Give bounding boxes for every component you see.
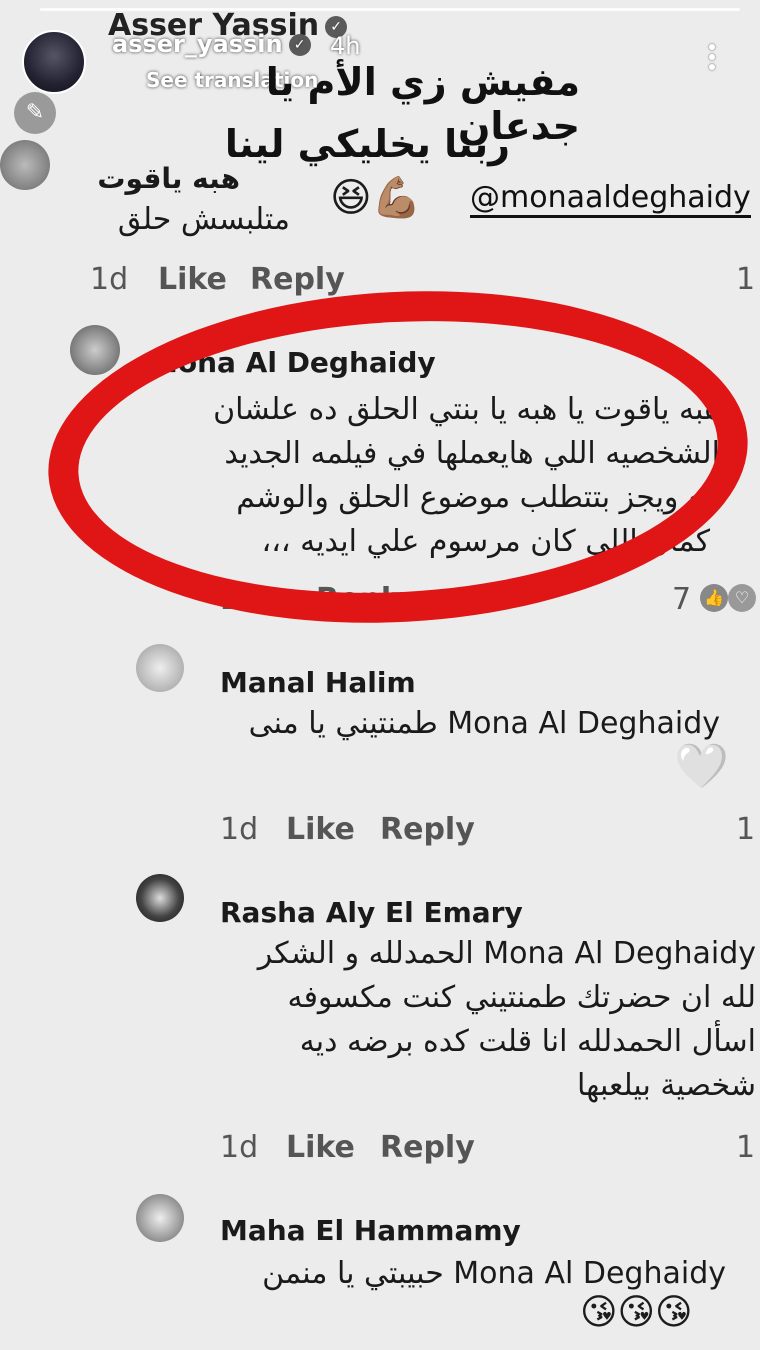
reaction-count: 1 <box>736 262 756 297</box>
story-emojis: 😆💪🏽 <box>330 175 422 221</box>
comment-text: متلبسش حلق <box>117 202 290 237</box>
avatar[interactable] <box>136 644 184 692</box>
comment-text: Mona Al Deghaidy حبيبتي يا منمن <box>262 1256 726 1291</box>
comment-text-line: شخصية بيلعبها <box>576 1068 756 1103</box>
story-handle-text: asser_yassin <box>112 30 283 58</box>
avatar[interactable] <box>136 1194 184 1242</box>
story-time: 4h <box>330 32 361 60</box>
reply-button[interactable]: Reply <box>250 262 345 297</box>
kiss-emoji-icons: 😘😘😘 <box>580 1292 693 1333</box>
comment-time: 1d <box>220 812 259 847</box>
like-button[interactable]: Like <box>158 262 227 297</box>
heart-emoji-icon: 🤍 <box>674 741 729 792</box>
heart-reaction-icon: ♡ <box>728 584 756 612</box>
more-options-icon[interactable] <box>700 40 724 84</box>
comment-text-line: Mona Al Deghaidy الحمدلله و الشكر <box>257 936 756 971</box>
comment-time: 1d <box>220 1130 259 1165</box>
comment-time: 1d <box>90 262 129 297</box>
pen-icon[interactable]: ✎ <box>14 92 56 134</box>
reaction-count: 1 <box>736 1130 756 1165</box>
reaction-count: 1 <box>736 812 756 847</box>
verified-badge-icon: ✓ <box>288 34 311 56</box>
comment-text: Mona Al Deghaidy طمنتيني يا منى <box>248 706 720 741</box>
reply-button[interactable]: Reply <box>380 812 475 847</box>
comment-author[interactable]: Manal Halim <box>220 666 416 699</box>
avatar[interactable] <box>70 325 120 375</box>
story-avatar[interactable] <box>22 30 86 94</box>
avatar[interactable] <box>136 874 184 922</box>
like-button[interactable]: Like <box>286 812 355 847</box>
reply-button[interactable]: Reply <box>380 1130 475 1165</box>
comment-author[interactable]: هبه ياقوت <box>90 162 240 195</box>
like-button[interactable]: Like <box>286 1130 355 1165</box>
story-mention-link[interactable]: @monaaldeghaidy <box>470 180 751 218</box>
reaction-count: 7 <box>672 582 692 617</box>
story-handle[interactable]: asser_yassin ✓ <box>112 30 311 58</box>
comment-text-line: لله ان حضرتك طمنتيني كنت مكسوفه <box>287 980 756 1015</box>
red-highlight-circle <box>39 273 757 641</box>
reactions[interactable]: 👍 ♡ <box>700 584 756 612</box>
comment-author[interactable]: Maha El Hammamy <box>220 1214 521 1247</box>
avatar[interactable] <box>0 140 50 190</box>
like-reaction-icon: 👍 <box>700 584 728 612</box>
comment-text-line: اسأل الحمدلله انا قلت كده برضه ديه <box>299 1024 756 1059</box>
comment-author[interactable]: Rasha Aly El Emary <box>220 896 523 929</box>
story-caption-line2: ربنا يخليكي لينا <box>224 122 510 166</box>
